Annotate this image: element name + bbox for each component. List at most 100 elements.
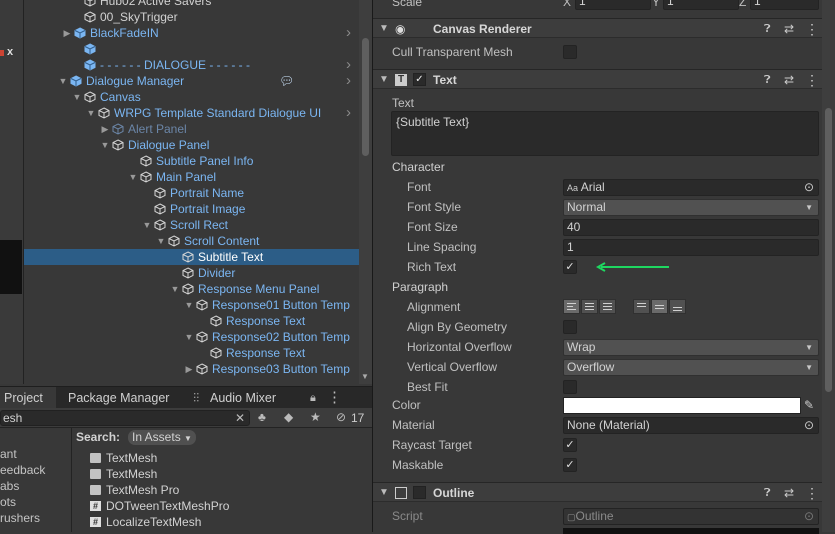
component-menu-icon[interactable]: ⋮	[805, 70, 819, 90]
search-by-label-icon[interactable]: ◆	[284, 410, 293, 424]
help-icon[interactable]: ❓︎	[764, 70, 771, 90]
foldout-expanded-icon[interactable]: ▼	[170, 281, 180, 297]
project-tree-item[interactable]: ots	[0, 494, 16, 510]
material-field[interactable]: None (Material) ⊙	[563, 417, 819, 434]
hierarchy-item[interactable]: ▼ WRPG Template Standard Dialogue UI ›	[24, 105, 359, 121]
foldout-expanded-icon[interactable]: ▼	[142, 217, 152, 233]
hierarchy-item[interactable]: ▼ Response01 Button Temp	[24, 297, 359, 313]
hierarchy-item[interactable]: Response Text	[24, 313, 359, 329]
tab-project[interactable]: Project	[4, 387, 43, 409]
foldout-expanded-icon[interactable]: ▼	[100, 137, 110, 153]
component-menu-icon[interactable]: ⋮	[805, 19, 819, 39]
hierarchy-item[interactable]: ▶ BlackFadeIN ›	[24, 25, 359, 41]
tab-audio-mixer[interactable]: Audio Mixer	[210, 387, 276, 409]
project-tree-item[interactable]: abs	[0, 478, 19, 494]
scale-y-field[interactable]: 1	[663, 0, 739, 10]
search-scope-dropdown[interactable]: In Assets ▼	[128, 430, 196, 445]
hierarchy-item[interactable]: ▼ Canvas	[24, 89, 359, 105]
foldout-collapsed-icon[interactable]: ▶	[62, 25, 72, 41]
search-by-type-icon[interactable]: ♣	[258, 410, 266, 424]
object-picker-icon[interactable]: ⊙	[804, 418, 814, 433]
menu-icon[interactable]: ⋮	[327, 387, 342, 409]
foldout-arrow-icon[interactable]: ▼	[379, 70, 389, 90]
foldout-expanded-icon[interactable]: ▼	[156, 233, 166, 249]
chevron-right-icon[interactable]: ›	[346, 57, 351, 73]
align-geometry-checkbox[interactable]	[563, 320, 577, 334]
preset-icon[interactable]: ⇄	[784, 19, 794, 39]
hierarchy-item[interactable]: Subtitle Panel Info	[24, 153, 359, 169]
rich-text-checkbox[interactable]: ✓	[563, 260, 577, 274]
v-overflow-dropdown[interactable]: Overflow ▼	[563, 359, 819, 376]
foldout-collapsed-icon[interactable]: ▶	[184, 361, 194, 377]
raycast-checkbox[interactable]: ✓	[563, 438, 577, 452]
help-icon[interactable]: ❓︎	[764, 483, 771, 503]
foldout-arrow-icon[interactable]: ▼	[379, 483, 389, 503]
lock-icon[interactable]: 🔒︎	[310, 387, 316, 409]
help-icon[interactable]: ❓︎	[764, 19, 771, 39]
foldout-expanded-icon[interactable]: ▼	[128, 169, 138, 185]
hierarchy-item[interactable]: Subtitle Text	[24, 249, 359, 265]
line-spacing-field[interactable]: 1	[563, 239, 819, 256]
font-field[interactable]: Aa Arial ⊙	[563, 179, 819, 196]
tab-package-manager[interactable]: Package Manager	[68, 387, 169, 409]
eyedropper-icon[interactable]: ✎	[804, 395, 814, 415]
maskable-checkbox[interactable]: ✓	[563, 458, 577, 472]
clear-search-icon[interactable]: ✕	[235, 411, 245, 425]
component-menu-icon[interactable]: ⋮	[805, 483, 819, 503]
foldout-expanded-icon[interactable]: ▼	[184, 297, 194, 313]
hierarchy-item[interactable]: ▼ Scroll Content	[24, 233, 359, 249]
align-top-icon[interactable]	[633, 299, 650, 314]
scale-x-field[interactable]: 1	[575, 0, 651, 10]
hierarchy-item[interactable]: Response Text	[24, 345, 359, 361]
hierarchy-item[interactable]: ▼ Scroll Rect	[24, 217, 359, 233]
cull-checkbox[interactable]	[563, 45, 577, 59]
hierarchy-scroll-thumb[interactable]	[362, 38, 369, 156]
hidden-packages-icon[interactable]: ⊘	[336, 410, 346, 424]
align-middle-icon[interactable]	[651, 299, 668, 314]
foldout-expanded-icon[interactable]: ▼	[184, 329, 194, 345]
scene-view-strip[interactable]: x	[0, 0, 24, 384]
object-picker-icon[interactable]: ⊙	[804, 180, 814, 195]
best-fit-checkbox[interactable]	[563, 380, 577, 394]
font-style-dropdown[interactable]: Normal ▼	[563, 199, 819, 216]
h-overflow-dropdown[interactable]: Wrap ▼	[563, 339, 819, 356]
foldout-arrow-icon[interactable]: ▼	[379, 19, 389, 39]
foldout-expanded-icon[interactable]: ▼	[58, 73, 68, 89]
project-search-input[interactable]: esh ✕	[0, 410, 250, 426]
foldout-expanded-icon[interactable]: ▼	[72, 89, 82, 105]
hierarchy-item[interactable]: ▼ Dialogue Panel	[24, 137, 359, 153]
hierarchy-item[interactable]: Divider	[24, 265, 359, 281]
chevron-right-icon[interactable]: ›	[346, 25, 351, 41]
hierarchy-item[interactable]	[24, 41, 359, 57]
scale-z-field[interactable]: 1	[750, 0, 819, 10]
hierarchy-item[interactable]: 00_SkyTrigger	[24, 9, 359, 25]
hierarchy-item[interactable]: ▼ Dialogue Manager › 💬︎	[24, 73, 359, 89]
enabled-checkbox[interactable]: ✓	[413, 73, 426, 86]
font-size-field[interactable]: 40	[563, 219, 819, 236]
align-right-icon[interactable]	[599, 299, 616, 314]
outline-component-header[interactable]: ▼ Outline ❓︎ ⇄ ⋮	[373, 482, 823, 502]
chevron-right-icon[interactable]: ›	[346, 105, 351, 121]
preset-icon[interactable]: ⇄	[784, 70, 794, 90]
favorite-star-icon[interactable]: ★	[310, 410, 321, 424]
project-tree-item[interactable]: ant	[0, 446, 17, 462]
hierarchy-item[interactable]: ▼ Response02 Button Temp	[24, 329, 359, 345]
foldout-expanded-icon[interactable]: ▼	[86, 105, 96, 121]
align-bottom-icon[interactable]	[669, 299, 686, 314]
hierarchy-item[interactable]: Hub02 Active Savers	[24, 0, 359, 9]
color-swatch[interactable]	[563, 397, 801, 414]
hierarchy-item[interactable]: Portrait Image	[24, 201, 359, 217]
canvas-renderer-header[interactable]: ▼ ◉ Canvas Renderer ❓︎ ⇄ ⋮	[373, 18, 823, 38]
scroll-down-icon[interactable]: ▼	[361, 372, 369, 381]
hierarchy-item[interactable]: - - - - - - DIALOGUE - - - - - - ›	[24, 57, 359, 73]
text-component-header[interactable]: ▼ T ✓ Text ❓︎ ⇄ ⋮	[373, 69, 823, 89]
align-center-icon[interactable]	[581, 299, 598, 314]
text-value-area[interactable]: {Subtitle Text}	[391, 111, 819, 156]
hierarchy-item[interactable]: ▼ Response Menu Panel	[24, 281, 359, 297]
chevron-right-icon[interactable]: ›	[346, 73, 351, 89]
project-tree-item[interactable]: rushers	[0, 510, 40, 526]
project-tree-item[interactable]: eedback	[0, 462, 45, 478]
preset-icon[interactable]: ⇄	[784, 483, 794, 503]
hierarchy-item[interactable]: ▼ Main Panel	[24, 169, 359, 185]
hierarchy-scrollbar[interactable]: ▼	[359, 0, 372, 384]
